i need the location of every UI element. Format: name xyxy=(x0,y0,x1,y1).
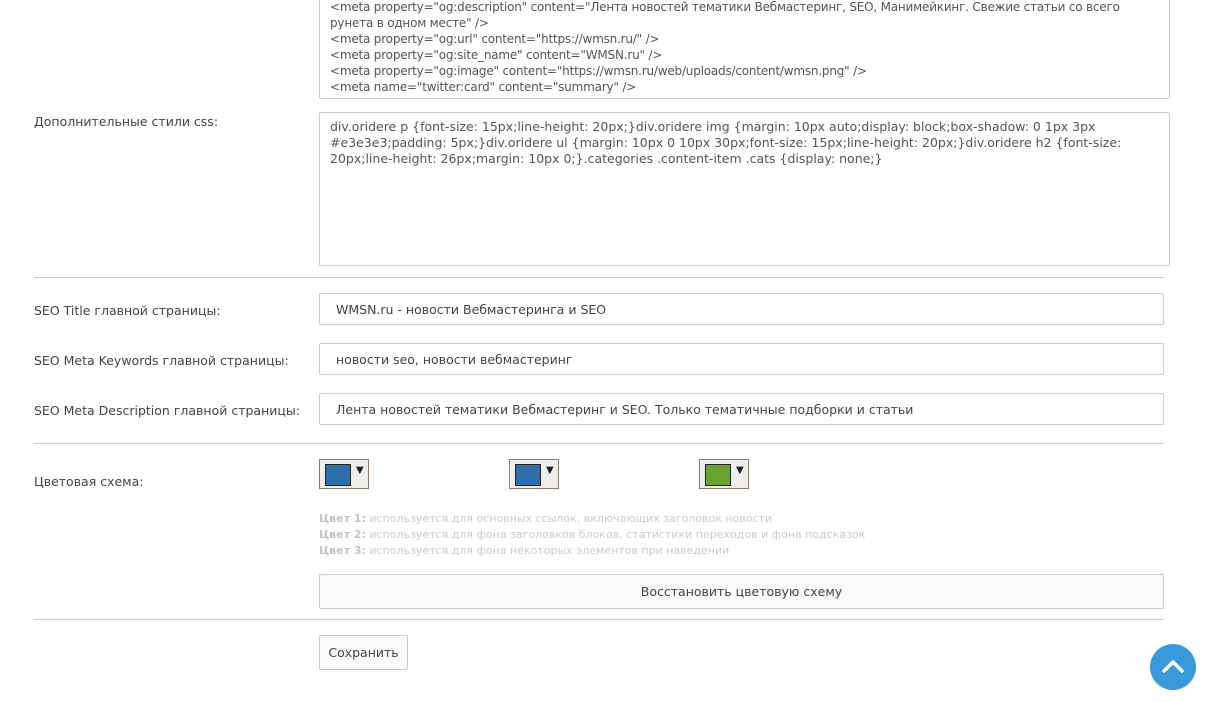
color-swatch xyxy=(325,464,351,486)
help-text: используется для основных ссылок, включа… xyxy=(365,512,773,525)
divider xyxy=(34,443,1164,444)
color-swatch xyxy=(705,464,731,486)
seo-description-input[interactable]: Лента новостей тематики Вебмастеринг и S… xyxy=(319,393,1164,425)
meta-line: <meta property="og:url" content="https:/… xyxy=(330,32,660,46)
color-scheme-label: Цветовая схема: xyxy=(34,474,144,489)
dropdown-arrow-icon: ▼ xyxy=(356,465,364,476)
meta-line: <meta property="og:site_name" content="W… xyxy=(330,48,663,62)
color-swatch xyxy=(515,464,541,486)
css-label: Дополнительные стили css: xyxy=(34,114,219,129)
help-key: Цвет 1: xyxy=(319,512,366,525)
seo-title-input[interactable]: WMSN.ru - новости Вебмастеринга и SEO xyxy=(319,293,1164,325)
help-key: Цвет 2: xyxy=(319,528,366,541)
divider xyxy=(34,619,1164,620)
seo-keywords-label: SEO Meta Keywords главной страницы: xyxy=(34,353,289,368)
color-picker-2[interactable]: ▼ xyxy=(509,459,559,489)
help-key: Цвет 3: xyxy=(319,544,366,557)
restore-color-scheme-button[interactable]: Восстановить цветовую схему xyxy=(319,574,1164,609)
dropdown-arrow-icon: ▼ xyxy=(546,465,554,476)
meta-line: <meta property="og:description" content=… xyxy=(330,0,1124,30)
color-help: Цвет 1: используется для основных ссылок… xyxy=(319,511,865,559)
save-button[interactable]: Сохранить xyxy=(319,635,408,670)
scroll-to-top-button[interactable] xyxy=(1150,644,1196,690)
chevron-up-icon xyxy=(1162,660,1184,673)
divider xyxy=(34,277,1164,278)
color-picker-3[interactable]: ▼ xyxy=(699,459,749,489)
seo-keywords-input[interactable]: новости seo, новости вебмастеринг xyxy=(319,343,1164,375)
seo-title-label: SEO Title главной страницы: xyxy=(34,303,221,318)
color-picker-1[interactable]: ▼ xyxy=(319,459,369,489)
meta-line: <meta property="og:image" content="https… xyxy=(330,64,867,78)
css-textarea[interactable]: div.oridere p {font-size: 15px;line-heig… xyxy=(319,112,1170,266)
help-text: используется для фона заголовков блоков,… xyxy=(365,528,866,541)
help-text: используется для фона некоторых элементо… xyxy=(365,544,730,557)
seo-description-label: SEO Meta Description главной страницы: xyxy=(34,403,300,418)
dropdown-arrow-icon: ▼ xyxy=(736,465,744,476)
meta-line: <meta name="twitter:card" content="summa… xyxy=(330,80,637,94)
meta-tags-textarea[interactable]: <meta property="og:description" content=… xyxy=(319,0,1170,99)
